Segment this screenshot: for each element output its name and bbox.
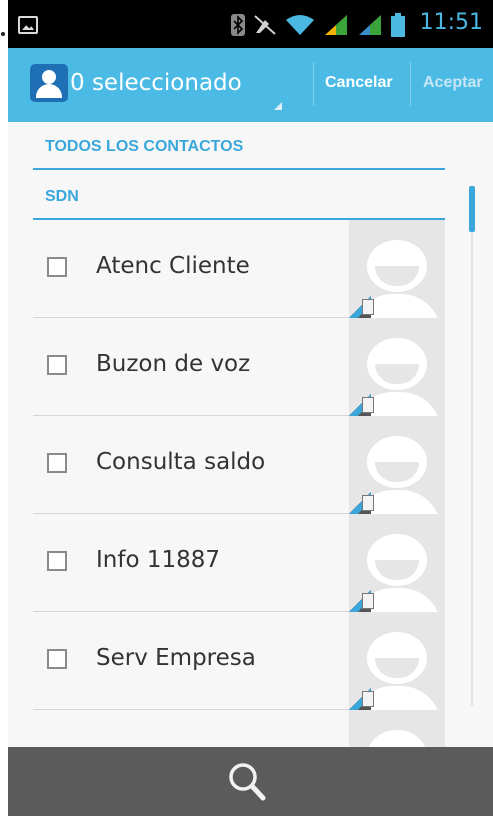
search-icon[interactable]	[224, 759, 270, 805]
divider	[313, 62, 314, 106]
sim-card-icon	[362, 299, 374, 315]
picture-icon	[18, 16, 38, 34]
list-item[interactable]: Atenc Cliente	[33, 220, 445, 318]
section-label: TODOS LOS CONTACTOS	[45, 138, 244, 155]
contact-name: Consulta saldo	[96, 449, 266, 475]
status-bar: 11:51	[8, 0, 493, 48]
phone-screen: 11:51 0 seleccionado Cancelar Aceptar TO…	[8, 0, 493, 816]
wifi-icon	[286, 15, 314, 35]
sim-card-icon	[362, 593, 374, 609]
action-bar: 0 seleccionado Cancelar Aceptar	[8, 48, 493, 122]
contact-name: Info 11887	[96, 547, 221, 573]
contacts-app-icon[interactable]	[30, 64, 68, 102]
signal-icon	[325, 15, 347, 35]
screen-edge-dot	[1, 32, 5, 36]
checkbox[interactable]	[47, 355, 67, 375]
contact-photo[interactable]	[349, 416, 445, 514]
contact-photo[interactable]	[349, 710, 445, 750]
contact-photo[interactable]	[349, 220, 445, 318]
selection-count-title[interactable]: 0 seleccionado	[70, 70, 242, 96]
checkbox[interactable]	[47, 453, 67, 473]
section-label: SDN	[45, 188, 79, 205]
status-icons	[231, 13, 405, 37]
sim-card-icon	[362, 495, 374, 511]
bluetooth-icon	[231, 14, 245, 36]
contact-name: Buzon de voz	[96, 351, 251, 377]
signal-icon	[359, 15, 381, 35]
checkbox[interactable]	[47, 649, 67, 669]
section-header-sdn: SDN	[33, 172, 445, 220]
list-item[interactable]: Serv Empresa	[33, 612, 445, 710]
accept-button[interactable]: Aceptar	[423, 74, 483, 92]
status-time: 11:51	[419, 10, 483, 35]
cancel-button[interactable]: Cancelar	[325, 74, 393, 92]
sim-card-icon	[362, 691, 374, 707]
contact-photo[interactable]	[349, 612, 445, 710]
section-header-all-contacts: TODOS LOS CONTACTOS	[33, 122, 445, 170]
checkbox[interactable]	[47, 257, 67, 277]
section-divider	[33, 168, 445, 170]
list-item[interactable]: Buzon de voz	[33, 318, 445, 416]
list-item[interactable]: Info 11887	[33, 514, 445, 612]
contact-photo[interactable]	[349, 514, 445, 612]
list-item[interactable]: Consulta saldo	[33, 416, 445, 514]
contact-name: Serv Empresa	[96, 645, 256, 671]
sim-card-icon	[362, 397, 374, 413]
row-divider	[33, 709, 349, 710]
battery-icon	[391, 13, 405, 37]
scrollbar-thumb[interactable]	[469, 186, 475, 232]
checkbox[interactable]	[47, 551, 67, 571]
scrollbar-track[interactable]	[471, 232, 473, 706]
contact-name: Atenc Cliente	[96, 253, 250, 279]
contact-photo[interactable]	[349, 318, 445, 416]
spinner-indicator-icon	[274, 102, 282, 110]
mute-icon	[254, 15, 276, 35]
bottom-bar	[8, 747, 493, 816]
divider	[410, 62, 411, 106]
